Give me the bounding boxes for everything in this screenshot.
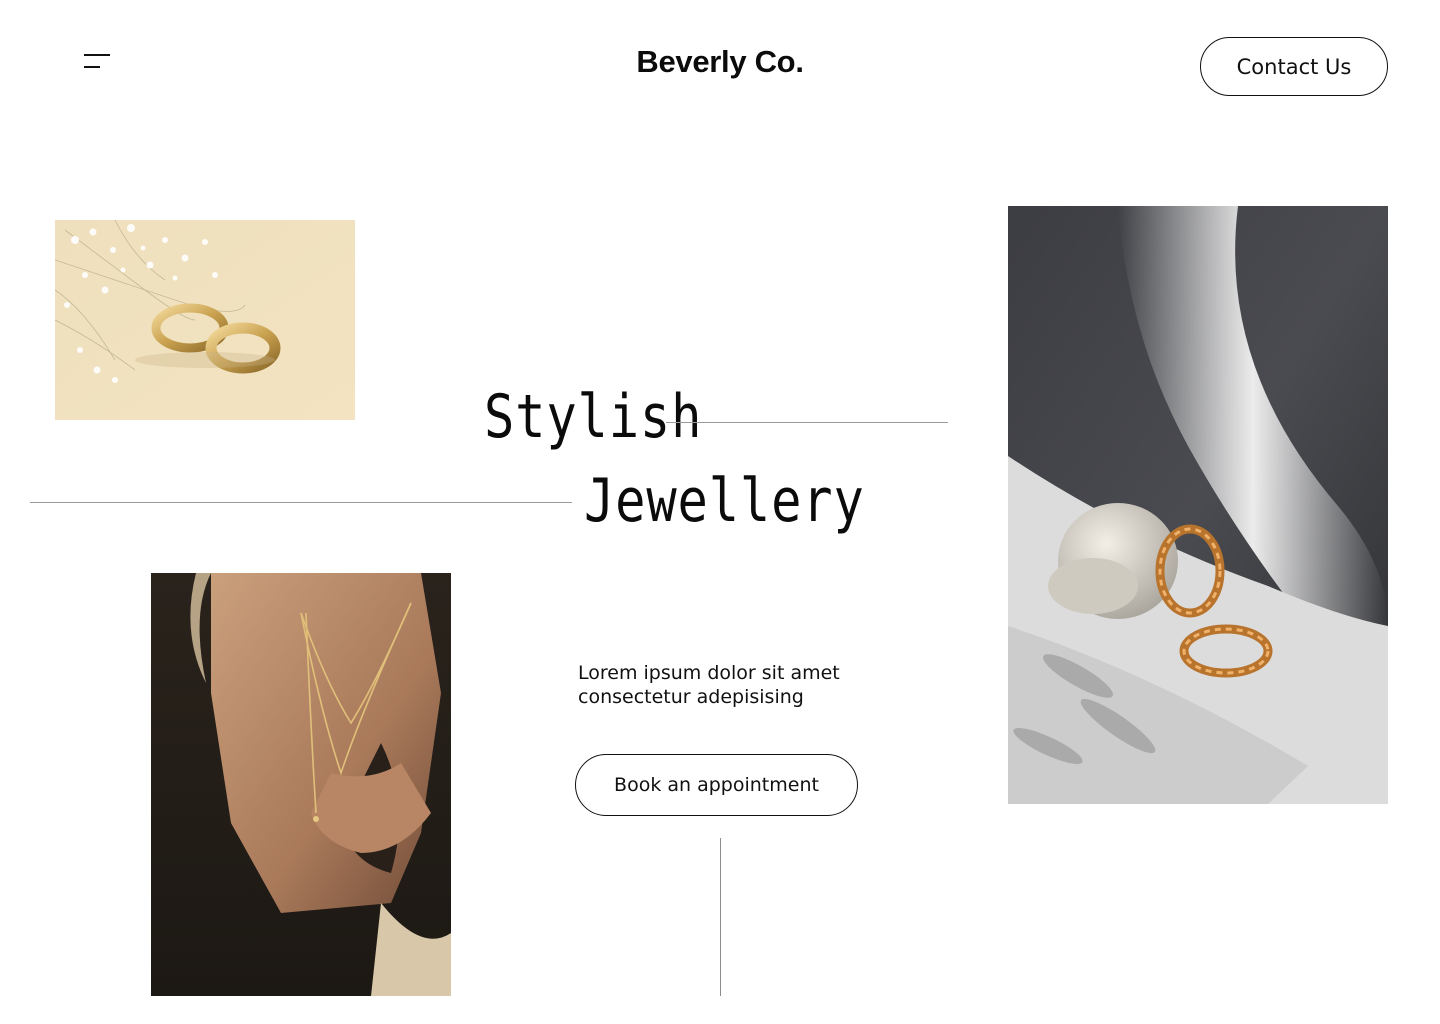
- vertical-divider-line: [720, 838, 721, 996]
- rings-photo: [55, 220, 355, 420]
- earrings-photo: [1008, 206, 1388, 804]
- hero-tagline: Lorem ipsum dolor sit amet consectetur a…: [578, 661, 908, 709]
- headline-jewellery: Jewellery: [584, 466, 865, 536]
- book-appointment-button[interactable]: Book an appointment: [575, 754, 858, 816]
- divider-line-top: [666, 422, 948, 423]
- tagline-line-1: Lorem ipsum dolor sit amet: [578, 662, 840, 684]
- headline-stylish: Stylish: [484, 382, 703, 452]
- necklace-model-photo: [151, 573, 451, 996]
- divider-line-middle: [30, 502, 572, 503]
- tagline-line-2: consectetur adepisising: [578, 686, 804, 708]
- contact-us-button[interactable]: Contact Us: [1200, 37, 1388, 96]
